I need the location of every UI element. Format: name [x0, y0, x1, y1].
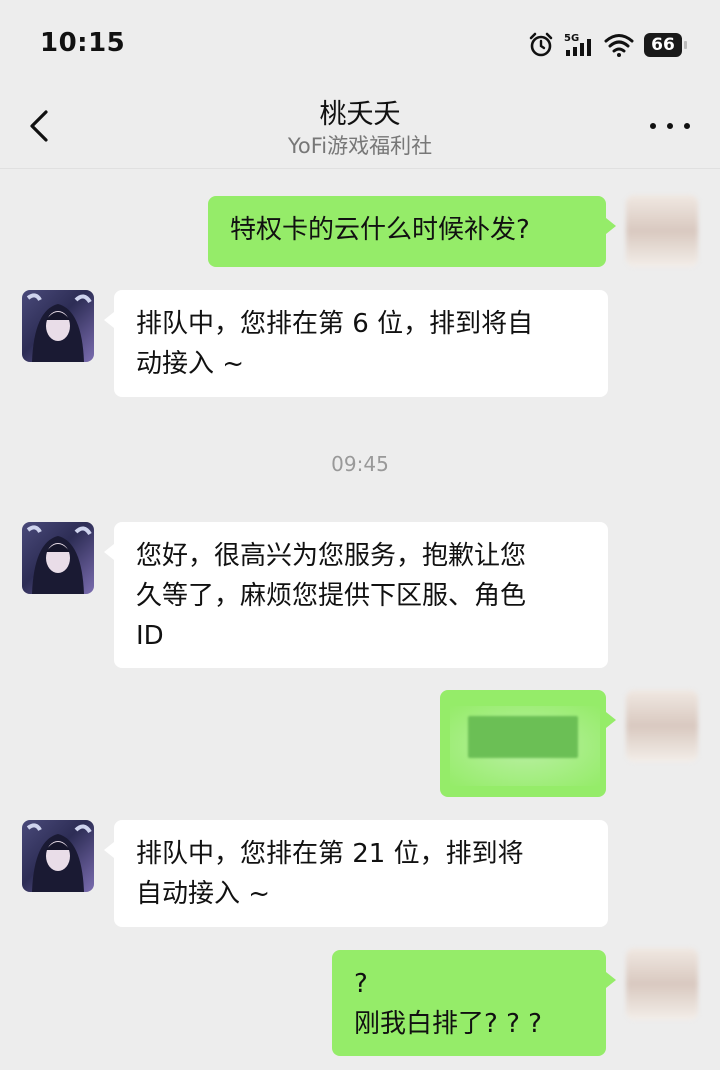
battery-indicator: 66 — [644, 33, 687, 57]
contact-avatar[interactable] — [22, 290, 94, 362]
message-text-line: 排队中，您排在第 6 位，排到将自 — [136, 309, 534, 339]
more-dot-icon — [667, 123, 673, 129]
signal-5g-icon: 5G — [564, 33, 591, 56]
message-text-line: 排队中，您排在第 21 位，排到将 — [136, 839, 524, 869]
message-bubble-incoming[interactable]: 排队中，您排在第 21 位，排到将 自动接入 ~ — [104, 820, 608, 927]
message-text-line: ? — [354, 969, 368, 999]
message-bubble-outgoing[interactable]: 特权卡的云什么时候补发? — [208, 196, 616, 267]
message-bubble-incoming[interactable]: 您好，很高兴为您服务，抱歉让您 久等了，麻烦您提供下区服、角色 ID — [104, 522, 608, 668]
my-avatar[interactable] — [626, 690, 698, 762]
message-text-line: ID — [136, 621, 164, 651]
anime-character-avatar-icon — [26, 525, 92, 594]
status-icons: 5G 66 — [528, 30, 687, 60]
battery-level: 66 — [651, 35, 675, 55]
message-text-line: 久等了，麻烦您提供下区服、角色 — [136, 581, 527, 611]
message-text-line: 您好，很高兴为您服务，抱歉让您 — [136, 541, 527, 571]
message-timestamp: 09:45 — [331, 452, 389, 476]
status-bar: 10:15 5G 66 — [0, 0, 720, 88]
more-options-button[interactable] — [650, 108, 690, 144]
more-dot-icon — [684, 123, 690, 129]
anime-character-avatar-icon — [26, 293, 92, 362]
chat-subtitle: YoFi游戏福利社 — [287, 134, 433, 158]
wifi-icon — [604, 34, 634, 57]
anime-character-avatar-icon — [26, 823, 92, 892]
message-text-line: 自动接入 ~ — [136, 879, 271, 909]
contact-avatar[interactable] — [22, 820, 94, 892]
more-dot-icon — [650, 123, 656, 129]
contact-avatar[interactable] — [22, 522, 94, 594]
my-avatar[interactable] — [626, 948, 698, 1020]
chat-header: 桃夭夭 YoFi游戏福利社 — [0, 88, 720, 169]
message-text-line: 刚我白排了? ? ? — [354, 1009, 542, 1039]
my-avatar[interactable] — [626, 195, 698, 267]
message-bubble-outgoing[interactable]: ? 刚我白排了? ? ? — [332, 950, 616, 1056]
redacted-content — [468, 716, 578, 758]
message-bubble-incoming[interactable]: 排队中，您排在第 6 位，排到将自 动接入 ~ — [104, 290, 608, 397]
message-text-line: 动接入 ~ — [136, 349, 245, 379]
alarm-icon — [529, 32, 553, 57]
chat-title: 桃夭夭 — [319, 99, 401, 130]
status-time: 10:15 — [40, 28, 126, 58]
message-text: 特权卡的云什么时候补发? — [230, 215, 530, 245]
network-label: 5G — [564, 33, 579, 44]
